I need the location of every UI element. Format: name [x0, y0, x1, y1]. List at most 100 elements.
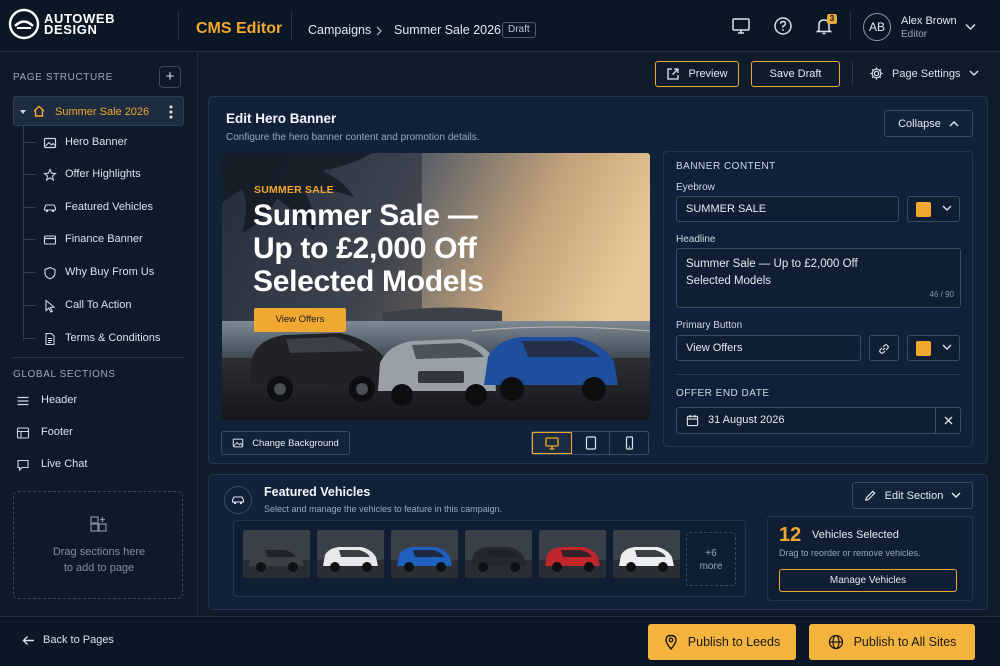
chevron-down-icon [942, 205, 952, 211]
vehicle-thumbnail[interactable] [465, 530, 532, 578]
sidebar-item-hero-banner[interactable]: Hero Banner [24, 131, 184, 155]
more-count: +6 [705, 548, 717, 559]
sidebar-item-call-to-action[interactable]: Call To Action [24, 294, 184, 318]
sidebar-item-finance-banner[interactable]: Finance Banner [24, 228, 184, 252]
selected-hint: Drag to reorder or remove vehicles. [779, 548, 921, 558]
publish-all-button[interactable]: Publish to All Sites [809, 624, 975, 660]
card-icon [43, 235, 57, 245]
image-icon [232, 438, 244, 448]
gear-icon [870, 67, 883, 80]
button-color-select[interactable] [907, 335, 960, 361]
device-desktop[interactable] [532, 432, 572, 454]
hero-headline-line: Summer Sale — [253, 199, 478, 232]
divider [291, 12, 292, 40]
cms-editor-app: AUTOWEB DESIGN CMS Editor Campaigns Summ… [0, 0, 1000, 666]
page-structure-heading: PAGE STRUCTURE [13, 72, 113, 83]
sidebar-item-label: Why Buy From Us [65, 266, 155, 278]
more-vehicles-tile[interactable]: +6 more [686, 532, 736, 586]
primary-button-input[interactable]: View Offers [676, 335, 861, 361]
dropzone-text: Drag sections here to add to page [14, 544, 184, 576]
hero-headline: Summer Sale — Up to £2,000 Off Selected … [253, 199, 523, 298]
sidebar-item-header[interactable]: Header [16, 390, 186, 412]
more-vertical-icon[interactable] [169, 105, 173, 119]
hero-headline-line: Selected Models [253, 265, 484, 298]
device-tablet[interactable] [572, 432, 611, 454]
headline-textarea[interactable]: Summer Sale — Up to £2,000 Off Selected … [676, 248, 961, 308]
vehicle-thumbnail[interactable] [243, 530, 310, 578]
back-to-pages-link[interactable]: Back to Pages [22, 634, 114, 646]
change-background-button[interactable]: Change Background [221, 431, 350, 455]
preview-button[interactable]: Preview [655, 61, 739, 87]
offer-end-date-input[interactable]: 31 August 2026 [676, 407, 961, 434]
device-mobile[interactable] [610, 432, 648, 454]
section-dropzone[interactable]: Drag sections here to add to page [13, 491, 183, 599]
link-icon [879, 344, 889, 354]
divider [852, 62, 853, 86]
tree-connector [24, 239, 36, 240]
save-draft-label: Save Draft [769, 68, 822, 80]
shield-icon [44, 266, 56, 280]
sidebar-item-featured-vehicles[interactable]: Featured Vehicles [24, 196, 184, 220]
hero-cta-button[interactable]: View Offers [254, 308, 346, 332]
page-settings-button[interactable]: Page Settings [869, 66, 979, 81]
breadcrumb-campaigns[interactable]: Campaigns [308, 23, 371, 37]
hero-eyebrow: SUMMER SALE [254, 184, 334, 196]
publish-leeds-label: Publish to Leeds [687, 635, 781, 649]
publish-leeds-button[interactable]: Publish to Leeds [648, 624, 796, 660]
collapse-button[interactable]: Collapse [884, 110, 973, 137]
sidebar-item-terms[interactable]: Terms & Conditions [24, 327, 184, 351]
sidebar-item-label: Footer [41, 426, 73, 438]
selected-count: 12 [779, 524, 802, 546]
menu-icon [17, 396, 29, 406]
monitor-icon[interactable] [731, 16, 751, 36]
sidebar-item-offer-highlights[interactable]: Offer Highlights [24, 163, 184, 187]
sidebar-item-footer[interactable]: Footer [16, 422, 186, 444]
chevron-down-icon [942, 344, 952, 350]
headline-line: Summer Sale — Up to £2,000 Off [686, 258, 858, 270]
vehicle-image [539, 530, 606, 578]
vehicle-thumbnail[interactable] [613, 530, 680, 578]
manage-vehicles-button[interactable]: Manage Vehicles [779, 569, 957, 592]
layout-icon [16, 427, 30, 439]
divider [935, 408, 936, 433]
chevron-down-icon[interactable] [965, 23, 976, 31]
logo-mark-icon [8, 8, 40, 40]
hero-preview[interactable]: SUMMER SALE Summer Sale — Up to £2,000 O… [222, 153, 650, 420]
help-icon[interactable] [773, 16, 793, 36]
breadcrumb-current-page: Summer Sale 2026 [394, 23, 502, 37]
save-draft-button[interactable]: Save Draft [751, 61, 840, 87]
sidebar-item-live-chat[interactable]: Live Chat [16, 454, 186, 476]
add-section-button[interactable]: + [159, 66, 181, 88]
arrow-left-icon [22, 635, 34, 645]
vehicle-image [317, 530, 384, 578]
image-icon [43, 137, 57, 149]
selected-label: Vehicles Selected [812, 529, 899, 541]
close-icon[interactable] [944, 416, 953, 425]
tree-connector [24, 207, 36, 208]
sidebar-item-label: Live Chat [41, 458, 88, 470]
brand-logo[interactable]: AUTOWEB DESIGN [8, 8, 115, 40]
eyebrow-color-select[interactable] [907, 196, 960, 222]
calendar-icon [686, 414, 699, 427]
app-title: CMS Editor [196, 20, 283, 37]
vehicle-thumbnail[interactable] [539, 530, 606, 578]
vehicle-thumbnail[interactable] [317, 530, 384, 578]
top-bar: AUTOWEB DESIGN CMS Editor Campaigns Summ… [0, 0, 1000, 52]
vehicle-image [613, 530, 680, 578]
dropzone-line-2: to add to page [63, 562, 135, 574]
sidebar-item-why-buy[interactable]: Why Buy From Us [24, 261, 184, 285]
edit-section-button[interactable]: Edit Section [852, 482, 973, 509]
hero-headline-line: Up to £2,000 Off [253, 232, 477, 265]
avatar[interactable]: AB [863, 13, 891, 41]
user-name[interactable]: Alex Brown [901, 15, 957, 27]
vehicle-thumbnail[interactable] [391, 530, 458, 578]
page-settings-label: Page Settings [892, 67, 961, 80]
collapse-label: Collapse [898, 117, 941, 130]
chat-icon [17, 459, 29, 472]
more-label: more [699, 561, 723, 572]
tree-root-page[interactable]: Summer Sale 2026 [13, 96, 184, 126]
caret-down-icon[interactable] [19, 109, 27, 115]
link-button[interactable] [869, 335, 899, 361]
headline-line: Selected Models [686, 275, 772, 287]
eyebrow-input[interactable]: SUMMER SALE [676, 196, 899, 222]
